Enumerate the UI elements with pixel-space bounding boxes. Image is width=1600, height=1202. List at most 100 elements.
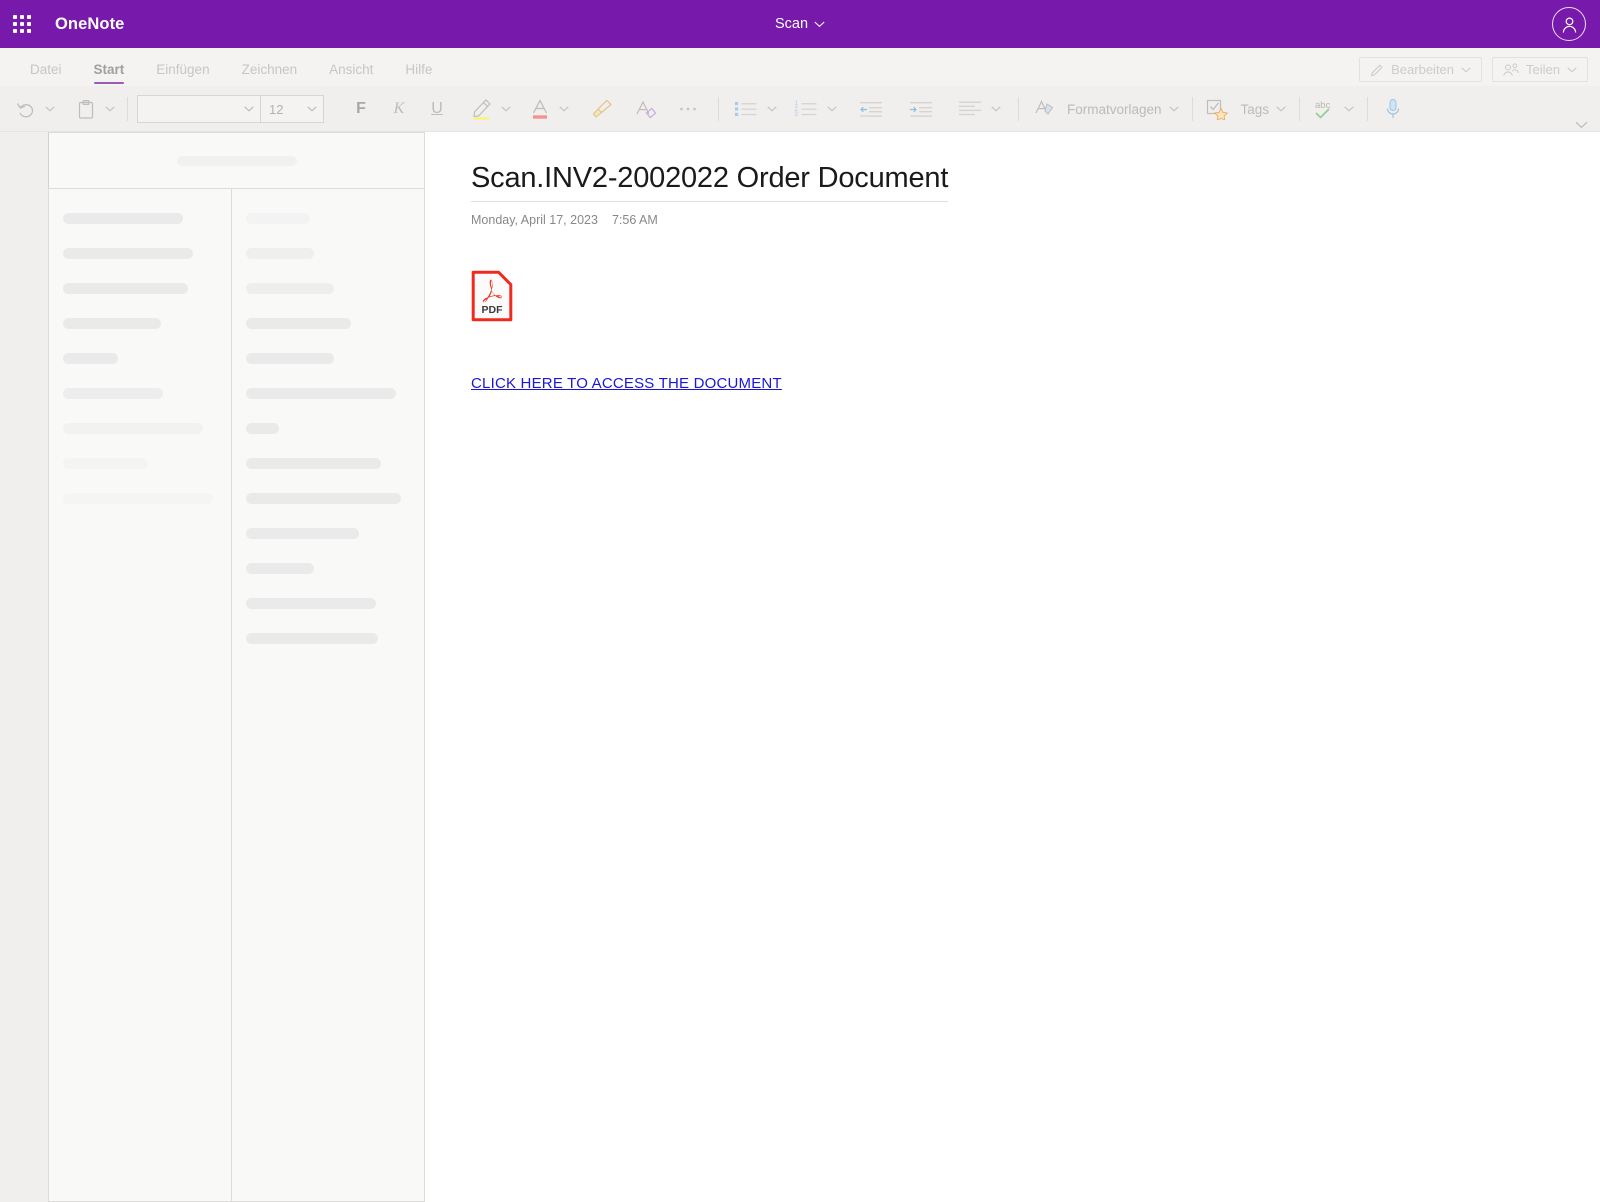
skeleton-bar	[176, 155, 297, 166]
undo-arrow-icon	[16, 103, 34, 118]
paste-dropdown[interactable]	[102, 95, 118, 123]
ribbon-group-styles[interactable]: Formatvorlagen	[1028, 95, 1182, 123]
more-options-button[interactable]	[672, 95, 704, 123]
undo-button[interactable]	[10, 95, 42, 123]
font-color-button[interactable]	[524, 95, 556, 123]
page-title[interactable]: Scan.INV2-2002022 Order Document	[471, 162, 948, 202]
ribbon-divider	[1018, 97, 1019, 121]
font-size-combo[interactable]: 12	[261, 95, 324, 123]
ribbon-group-proofing[interactable]: abc	[1309, 95, 1357, 123]
skeleton-bar	[63, 388, 163, 399]
ribbon-toolbar: 12 F K U 1 2 3 Formatvorlagen Tags abc	[0, 87, 1600, 132]
decrease-indent-button[interactable]	[852, 95, 890, 123]
account-button[interactable]	[1552, 7, 1586, 41]
access-document-link[interactable]: CLICK HERE TO ACCESS THE DOCUMENT	[471, 375, 782, 392]
ribbon-tab-strip: Datei Start Einfügen Zeichnen Ansicht Hi…	[0, 48, 1600, 87]
skeleton-bar	[63, 423, 203, 434]
bulleted-list-dropdown[interactable]	[764, 95, 780, 123]
app-title[interactable]: OneNote	[55, 15, 124, 34]
ribbon-group-paragraph: 1 2 3	[728, 95, 1004, 123]
skeleton-bar	[246, 598, 376, 609]
chevron-down-icon	[991, 106, 1001, 112]
share-button[interactable]: Teilen	[1492, 57, 1588, 82]
tab-hilfe[interactable]: Hilfe	[389, 62, 448, 86]
undo-dropdown[interactable]	[42, 95, 58, 123]
tab-einfuegen[interactable]: Einfügen	[140, 62, 225, 86]
page-date[interactable]: Monday, April 17, 2023	[471, 213, 598, 227]
format-painter-button[interactable]	[586, 95, 618, 123]
share-people-icon	[1503, 62, 1519, 76]
font-size-value: 12	[269, 101, 284, 117]
font-size-dropdown-icon[interactable]	[301, 97, 323, 121]
sidebar-header-placeholder	[48, 132, 425, 188]
tab-zeichnen[interactable]: Zeichnen	[226, 62, 314, 86]
page-timestamp: Monday, April 17, 2023 7:56 AM	[471, 213, 1600, 227]
skeleton-bar	[246, 318, 351, 329]
svg-text:3: 3	[795, 112, 799, 118]
workspace: Scan.INV2-2002022 Order Document Monday,…	[0, 132, 1600, 1202]
underline-button[interactable]: U	[422, 95, 452, 123]
paste-button[interactable]	[70, 95, 102, 123]
tab-start[interactable]: Start	[78, 62, 141, 86]
section-list-loading	[48, 189, 231, 1202]
highlighter-icon	[473, 99, 491, 120]
dictate-button[interactable]	[1377, 95, 1409, 123]
styles-label[interactable]: Formatvorlagen	[1060, 102, 1166, 117]
styles-dropdown[interactable]	[1166, 95, 1182, 123]
ribbon-group-font: 12 F K U	[137, 95, 704, 123]
highlight-button[interactable]	[466, 95, 498, 123]
ribbon-collapse-button[interactable]	[1575, 121, 1588, 129]
ribbon-group-tags[interactable]: Tags	[1202, 95, 1290, 123]
bulleted-list-button[interactable]	[728, 95, 764, 123]
skeleton-bar	[63, 283, 188, 294]
clear-formatting-button[interactable]	[630, 95, 662, 123]
more-ellipsis-icon	[680, 107, 696, 111]
sidebar-columns	[48, 188, 425, 1202]
spellcheck-dropdown[interactable]	[1341, 95, 1357, 123]
tags-label[interactable]: Tags	[1234, 102, 1274, 117]
tags-dropdown[interactable]	[1273, 95, 1289, 123]
notebook-switcher-button[interactable]: Scan	[767, 12, 833, 36]
chevron-down-icon	[105, 106, 115, 112]
chevron-down-icon	[45, 106, 55, 112]
bold-button[interactable]: F	[346, 95, 376, 123]
styles-button[interactable]	[1028, 95, 1060, 123]
increase-indent-icon	[910, 102, 932, 117]
font-name-dropdown-icon[interactable]	[238, 97, 260, 121]
ribbon-divider	[718, 97, 719, 121]
chevron-down-icon	[1461, 66, 1471, 73]
account-person-icon	[1562, 17, 1576, 33]
font-color-dropdown[interactable]	[556, 95, 572, 123]
pdf-attachment[interactable]: PDF	[471, 270, 513, 322]
decrease-indent-icon	[860, 102, 882, 117]
font-name-combo[interactable]	[137, 95, 261, 123]
app-launcher-button[interactable]	[0, 0, 44, 48]
chevron-down-icon	[767, 106, 777, 112]
tags-button[interactable]	[1202, 95, 1234, 123]
format-painter-icon	[592, 99, 612, 118]
page-canvas[interactable]: Scan.INV2-2002022 Order Document Monday,…	[425, 132, 1600, 1202]
numbered-list-button[interactable]: 1 2 3	[788, 95, 824, 123]
tab-ansicht[interactable]: Ansicht	[313, 62, 389, 86]
align-button[interactable]	[952, 95, 988, 123]
spellcheck-button[interactable]: abc	[1309, 95, 1341, 123]
chevron-down-icon	[244, 106, 254, 112]
skeleton-bar	[246, 353, 334, 364]
chevron-down-icon	[559, 106, 569, 112]
highlight-dropdown[interactable]	[498, 95, 514, 123]
edit-mode-button[interactable]: Bearbeiten	[1359, 57, 1483, 82]
skeleton-bar	[246, 248, 314, 259]
align-dropdown[interactable]	[988, 95, 1004, 123]
ribbon-divider	[1299, 97, 1301, 121]
increase-indent-button[interactable]	[902, 95, 940, 123]
page-time[interactable]: 7:56 AM	[612, 213, 658, 227]
app-top-bar: OneNote Scan	[0, 0, 1600, 48]
ribbon-group-undo	[10, 95, 118, 123]
numbered-list-dropdown[interactable]	[824, 95, 840, 123]
app-launcher-icon	[13, 15, 31, 33]
skeleton-bar	[246, 213, 310, 224]
tab-datei[interactable]: Datei	[14, 62, 78, 86]
page-list-loading	[231, 189, 425, 1202]
ribbon-divider	[1367, 97, 1369, 121]
italic-button[interactable]: K	[384, 95, 414, 123]
